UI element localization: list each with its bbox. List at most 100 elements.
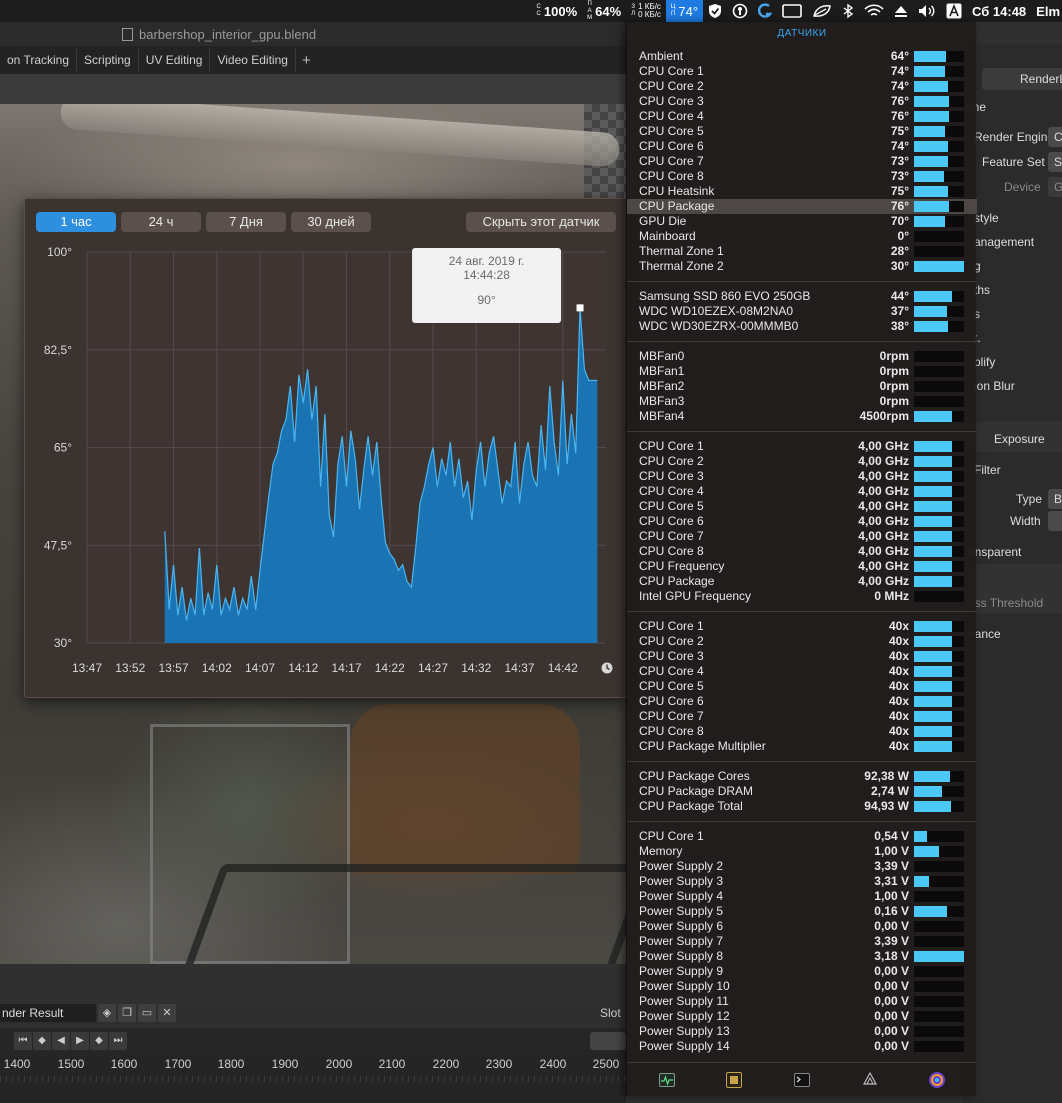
workspace-tab-video-editing[interactable]: Video Editing [210, 49, 296, 71]
sensor-row[interactable]: Power Supply 4 1,00 V [627, 889, 977, 904]
sensor-row[interactable]: Intel GPU Frequency 0 MHz [627, 589, 977, 604]
play-reverse-icon[interactable]: ◀ [52, 1032, 70, 1050]
eject-icon[interactable] [889, 0, 913, 22]
logitech-icon[interactable] [753, 0, 777, 22]
prop-item[interactable]: plify [974, 355, 995, 369]
sensor-row[interactable]: Mainboard 0° [627, 229, 977, 244]
sensor-row[interactable]: WDC WD10EZEX-08M2NA0 37° [627, 304, 977, 319]
prop-item[interactable]: ion Blur [974, 379, 1015, 393]
menubar-user[interactable]: Elm [1031, 0, 1060, 22]
sensor-row[interactable]: CPU Core 7 40x [627, 709, 977, 724]
sensor-row[interactable]: CPU Core 5 40x [627, 679, 977, 694]
next-keyframe-icon[interactable]: ◆ [90, 1032, 108, 1050]
sensor-row[interactable]: CPU Heatsink 75° [627, 184, 977, 199]
sensor-row[interactable]: Power Supply 7 3,39 V [627, 934, 977, 949]
sensor-row[interactable]: CPU Core 2 74° [627, 79, 977, 94]
temperature-chart[interactable]: 100° 82,5° 65° 47,5° 30° 13:47 13:52 13:57 14:0… [25, 199, 628, 699]
activity-monitor-icon[interactable] [658, 1071, 676, 1089]
prop-item[interactable]: style [974, 211, 999, 225]
feature-set-field[interactable]: S [1048, 152, 1062, 172]
sensor-row[interactable]: CPU Core 1 0,54 V [627, 829, 977, 844]
sensor-row[interactable]: CPU Core 2 40x [627, 634, 977, 649]
render-engine-field[interactable]: C [1048, 127, 1062, 147]
sensor-row[interactable]: CPU Core 4 4,00 GHz [627, 484, 977, 499]
device-field[interactable]: G [1048, 177, 1062, 197]
add-workspace-button[interactable]: + [296, 52, 317, 69]
sensor-row[interactable]: CPU Package 76° [627, 199, 977, 214]
sensor-row[interactable]: CPU Package DRAM 2,74 W [627, 784, 977, 799]
filter-type-field[interactable]: B [1048, 489, 1062, 509]
renderer-selector[interactable]: RenderL [982, 68, 1062, 90]
sensor-row[interactable]: CPU Package Total 94,93 W [627, 799, 977, 814]
vpn-icon[interactable] [727, 0, 753, 22]
sensor-row[interactable]: Power Supply 11 0,00 V [627, 994, 977, 1009]
istat-menus-icon[interactable] [928, 1071, 946, 1089]
sensor-row[interactable]: Power Supply 12 0,00 V [627, 1009, 977, 1024]
sensor-row[interactable]: CPU Core 6 4,00 GHz [627, 514, 977, 529]
workspace-tab-uv-editing[interactable]: UV Editing [139, 49, 211, 71]
sensor-row[interactable]: MBFan4 4500rpm [627, 409, 977, 424]
filter-width-field[interactable] [1048, 511, 1062, 531]
sensor-row[interactable]: CPU Core 6 74° [627, 139, 977, 154]
sensor-row[interactable]: Power Supply 5 0,16 V [627, 904, 977, 919]
fake-user-icon[interactable]: ◈ [98, 1004, 116, 1022]
sensor-row[interactable]: CPU Core 3 76° [627, 94, 977, 109]
sensor-row[interactable]: Power Supply 8 3,18 V [627, 949, 977, 964]
leaf-icon[interactable] [807, 0, 837, 22]
prev-keyframe-icon[interactable]: ◆ [33, 1032, 51, 1050]
bluetooth-icon[interactable] [837, 0, 859, 22]
clock-icon[interactable] [601, 662, 613, 674]
sensor-row[interactable]: CPU Core 6 40x [627, 694, 977, 709]
cpu-temp-status[interactable]: Ц П 74° [665, 0, 704, 22]
sensor-row[interactable]: CPU Core 2 4,00 GHz [627, 454, 977, 469]
open-folder-icon[interactable]: ▭ [138, 1004, 156, 1022]
sensor-row[interactable]: CPU Frequency 4,00 GHz [627, 559, 977, 574]
sensor-row[interactable]: Power Supply 2 3,39 V [627, 859, 977, 874]
sensor-row[interactable]: CPU Core 3 4,00 GHz [627, 469, 977, 484]
sensor-row[interactable]: CPU Core 7 73° [627, 154, 977, 169]
sensor-row[interactable]: Power Supply 10 0,00 V [627, 979, 977, 994]
sensor-row[interactable]: MBFan0 0rpm [627, 349, 977, 364]
timeline-ruler[interactable]: 1400 1500 1600 1700 1800 1900 2000 2100 … [0, 1054, 626, 1103]
slot-label[interactable]: Slot [600, 1004, 624, 1022]
render-result-field[interactable]: nder Result [0, 1004, 96, 1022]
sensor-row[interactable]: CPU Core 1 74° [627, 64, 977, 79]
input-source-icon[interactable] [941, 0, 967, 22]
sensor-row[interactable]: CPU Core 3 40x [627, 649, 977, 664]
sensor-row[interactable]: CPU Package 4,00 GHz [627, 574, 977, 589]
sensor-row[interactable]: WDC WD30EZRX-00MMMB0 38° [627, 319, 977, 334]
jump-start-icon[interactable]: ⏮ [14, 1032, 32, 1050]
sensor-row[interactable]: CPU Core 5 75° [627, 124, 977, 139]
current-frame-field[interactable] [590, 1032, 626, 1050]
sensor-row[interactable]: Samsung SSD 860 EVO 250GB 44° [627, 289, 977, 304]
prop-item[interactable]: anagement [974, 235, 1034, 249]
sensor-row[interactable]: Thermal Zone 2 30° [627, 259, 977, 274]
terminal-icon[interactable] [793, 1071, 811, 1089]
sensor-row[interactable]: MBFan3 0rpm [627, 394, 977, 409]
sensor-row[interactable]: CPU Core 1 40x [627, 619, 977, 634]
sensor-row[interactable]: Power Supply 3 3,31 V [627, 874, 977, 889]
sensor-row[interactable]: Thermal Zone 1 28° [627, 244, 977, 259]
sensor-row[interactable]: Power Supply 14 0,00 V [627, 1039, 977, 1054]
menubar-clock[interactable]: Сб 14:48 [967, 0, 1031, 22]
sensor-row[interactable]: Ambient 64° [627, 49, 977, 64]
sensor-row[interactable]: MBFan2 0rpm [627, 379, 977, 394]
sensor-row[interactable]: CPU Core 4 40x [627, 664, 977, 679]
sensor-row[interactable]: CPU Core 8 40x [627, 724, 977, 739]
workspace-tab-tracking[interactable]: on Tracking [0, 49, 78, 71]
sensor-row[interactable]: Power Supply 13 0,00 V [627, 1024, 977, 1039]
sensor-row[interactable]: Power Supply 6 0,00 V [627, 919, 977, 934]
workspace-tab-scripting[interactable]: Scripting [77, 49, 139, 71]
network-status[interactable]: З Л 1 КБ/с 0 КБ/с [626, 0, 666, 22]
sensor-row[interactable]: GPU Die 70° [627, 214, 977, 229]
sensor-row[interactable]: CPU Core 1 4,00 GHz [627, 439, 977, 454]
disk-utility-icon[interactable] [861, 1071, 879, 1089]
duplicate-icon[interactable]: ❐ [118, 1004, 136, 1022]
sensor-row[interactable]: CPU Core 8 4,00 GHz [627, 544, 977, 559]
play-icon[interactable]: ▶ [71, 1032, 89, 1050]
sensor-row[interactable]: CPU Core 8 73° [627, 169, 977, 184]
close-icon[interactable]: ✕ [158, 1004, 176, 1022]
sensor-row[interactable]: CPU Core 7 4,00 GHz [627, 529, 977, 544]
jump-end-icon[interactable]: ⏭ [109, 1032, 127, 1050]
system-info-icon[interactable] [725, 1071, 743, 1089]
